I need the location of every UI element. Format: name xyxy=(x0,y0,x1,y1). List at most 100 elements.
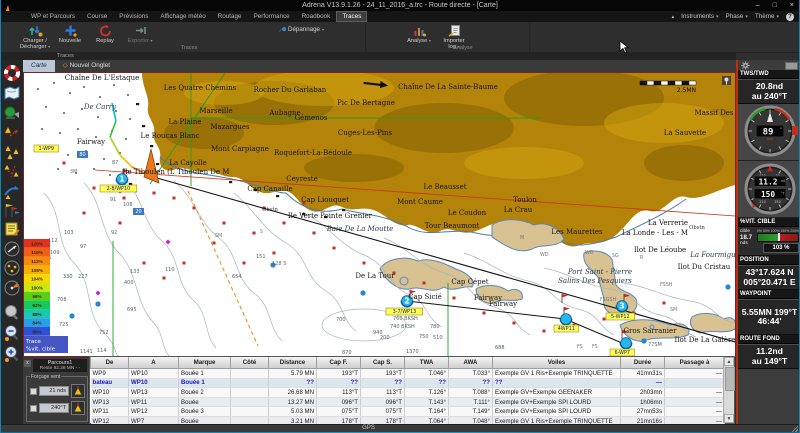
gauge-bar xyxy=(757,233,799,242)
title-bar: Adrena V13.9.1.26 - 24_11_2016_a.trc - R… xyxy=(1,0,799,11)
table-scrollbar[interactable]: ▲ ▼ xyxy=(723,357,734,423)
menu-tab-pr-visions[interactable]: Prévisions xyxy=(113,11,154,22)
waypoint-tag[interactable]: 6-WP7 xyxy=(610,349,635,356)
column-header-a[interactable]: A xyxy=(129,357,179,369)
close-icon[interactable]: x xyxy=(24,360,31,367)
analyse-button[interactable]: Analyse ▾ xyxy=(403,23,435,44)
waypoint-marker[interactable]: 3 xyxy=(616,301,628,312)
svg-text:151: 151 xyxy=(256,254,266,260)
sidebar-tool-flags-icon[interactable] xyxy=(3,201,21,219)
collapse-ribbon-icon[interactable]: ▴ xyxy=(672,12,675,23)
nautical-chart[interactable]: 1231-WP92-8/WP103-7/WP135-WP124WP116-WP7… xyxy=(23,72,736,357)
table-row[interactable]: WP11WP12Bouée 35.03 MN075°T075°TT.164°T.… xyxy=(91,407,725,417)
sidebar-tool-buoy-arrow-icon[interactable] xyxy=(3,124,21,142)
depannage-button[interactable]: Dépannage ▾ xyxy=(277,25,324,34)
help-icon[interactable]: ? xyxy=(786,13,794,21)
sidebar-tool-bearing-compass-icon[interactable] xyxy=(3,240,21,258)
scroll-thumb[interactable] xyxy=(725,367,735,391)
column-header-awa[interactable]: AWA xyxy=(449,357,493,369)
menu-tab-wp-et-parcours[interactable]: WP et Parcours xyxy=(25,11,81,22)
waypoint-tag[interactable]: 3-7/WP13 xyxy=(386,308,423,315)
chart-tab-nouvel-onglet[interactable]: ◇Nouvel Onglet xyxy=(55,60,118,72)
wind-dir-buoy-button[interactable] xyxy=(71,401,85,415)
table-row[interactable]: WP10WP13Bouée 226.68 MN113°T113°TT.126°T… xyxy=(91,388,725,398)
table-row[interactable]: bateauWP10Bouée 1????????????— xyxy=(91,378,725,388)
panel-display-toggle[interactable] xyxy=(785,62,798,70)
table-row[interactable]: WP13WP11Bouée13.27 MN096°T096°TT.143°T.1… xyxy=(91,397,725,407)
column-header-cap-s[interactable]: Cap S. xyxy=(361,357,405,369)
adrena-window: Adrena V13.9.1.26 - 24_11_2016_a.trc - R… xyxy=(0,0,800,433)
sidebar-tool-gray-magnifier-icon[interactable] xyxy=(3,303,21,321)
wind-speed-field[interactable]: 21 nds xyxy=(39,386,69,396)
menu-tab-roadbook[interactable]: Roadbook xyxy=(296,11,337,22)
column-header-distance[interactable]: Distance xyxy=(269,357,317,369)
forcage-vent-group: Forçage vent 21 nds 240°T xyxy=(26,376,88,422)
exporter-button[interactable]: Exporter ▾ xyxy=(124,23,156,44)
svg-text:330: 330 xyxy=(63,274,73,280)
sidebar-tool-regatta-icon[interactable] xyxy=(3,104,21,122)
waypoint-tag[interactable]: 2-8/WP10 xyxy=(100,185,137,192)
sidebar-tool-route-arrow-icon[interactable] xyxy=(3,182,21,200)
sidebar-tool-dots-compass-icon[interactable] xyxy=(3,259,21,277)
menu-tab-traces[interactable]: Traces xyxy=(336,11,367,22)
menu-tab-performance[interactable]: Performance xyxy=(248,11,296,22)
sidebar-tool-zoom-out-icon[interactable] xyxy=(3,324,21,342)
maximize-button[interactable]: □ xyxy=(773,0,777,11)
sidebar-tool-zoom-in-icon[interactable] xyxy=(3,345,21,363)
menu-tab-affichage-m-t-o[interactable]: Affichage météo xyxy=(154,11,211,22)
wind-dir-field[interactable]: 240°T xyxy=(39,403,69,413)
sidebar-tool-buoys-icon[interactable] xyxy=(3,144,21,162)
svg-text:Gémenos: Gémenos xyxy=(295,114,328,122)
scroll-down-icon[interactable]: ▼ xyxy=(724,414,734,423)
chart-tab-carte[interactable]: Carte xyxy=(23,60,55,72)
nouvelle-button[interactable]: Nouvelle xyxy=(54,23,86,44)
svg-text:Port Saint - Pierre: Port Saint - Pierre xyxy=(567,268,632,276)
column-header-dur-e[interactable]: Durée xyxy=(621,357,665,369)
svg-text:150: 150 xyxy=(760,190,774,199)
svg-text:Fairway: Fairway xyxy=(77,138,105,146)
column-header-c-t[interactable]: Côté xyxy=(231,357,269,369)
waypoint-marker[interactable] xyxy=(620,338,632,349)
gear-icon[interactable] xyxy=(741,61,750,70)
sidebar-tool-cone-compass-icon[interactable] xyxy=(3,279,21,297)
column-header-twa[interactable]: TWA xyxy=(405,357,449,369)
replay-button[interactable]: Replay xyxy=(89,23,121,44)
column-header-voiles[interactable]: Voiles xyxy=(493,357,621,369)
sidebar-tool-map-icon[interactable] xyxy=(3,84,21,102)
close-button[interactable]: × xyxy=(790,0,794,11)
waypoint-value: 5.55MN 199°T 46:44' xyxy=(738,299,800,335)
svg-text:100%: 100% xyxy=(31,285,43,290)
waypoint-marker[interactable] xyxy=(560,314,572,325)
svg-text:FSSH: FSSH xyxy=(660,282,673,288)
chart-canvas[interactable]: 1231-WP92-8/WP103-7/WP135-WP124WP116-WP7… xyxy=(24,73,735,356)
svg-text:Salins Des Pesquiers: Salins Des Pesquiers xyxy=(558,277,632,285)
wind-speed-buoy-button[interactable] xyxy=(71,384,85,398)
column-header-passage[interactable]: Passage à xyxy=(665,357,725,369)
column-header-marque[interactable]: Marque xyxy=(179,357,231,369)
column-header-de[interactable]: De xyxy=(91,357,129,369)
sidebar-tool-lifebuoy-icon[interactable] xyxy=(3,64,21,82)
compass-dial[interactable]: 306012015021024030033011.2nd150°T xyxy=(738,161,800,218)
route-fond-value: 11.2nd au 149°T xyxy=(738,344,800,369)
waypoint-tag[interactable]: 1-WP9 xyxy=(34,145,59,152)
menu-tab-routage[interactable]: Routage xyxy=(212,11,248,22)
svg-text:SM: SM xyxy=(670,307,677,313)
wind-dir-checkbox[interactable] xyxy=(30,405,37,412)
route-fond-caption: ROUTE FOND xyxy=(738,335,800,344)
svg-text:%vit. cible: %vit. cible xyxy=(26,347,56,353)
waypoint-tag[interactable]: 4WP11 xyxy=(554,325,579,332)
scroll-up-icon[interactable]: ▲ xyxy=(724,357,734,366)
minimize-button[interactable]: – xyxy=(756,0,760,11)
wind-dial[interactable]: 89° xyxy=(738,104,800,161)
sidebar-tool-logbook-icon[interactable] xyxy=(3,220,21,238)
column-header-cap-f[interactable]: Cap F. xyxy=(317,357,361,369)
wind-speed-checkbox[interactable] xyxy=(30,388,37,395)
sidebar-tool-course-marks-icon[interactable] xyxy=(3,163,21,181)
menu-tab-course[interactable]: Course xyxy=(81,11,113,22)
svg-text:708: 708 xyxy=(57,297,67,303)
waypoint-tag[interactable]: 5-WP12 xyxy=(606,313,635,320)
table-row[interactable]: WP9WP10Bouée 15.79 MN193°T193°TT.046°T.0… xyxy=(91,369,725,379)
gauge-marker xyxy=(778,233,780,241)
pin-icon[interactable] xyxy=(722,76,731,85)
svg-text:Ile Tiboulen (I. Tiboulen De M: Ile Tiboulen (I. Tiboulen De M xyxy=(123,168,230,176)
